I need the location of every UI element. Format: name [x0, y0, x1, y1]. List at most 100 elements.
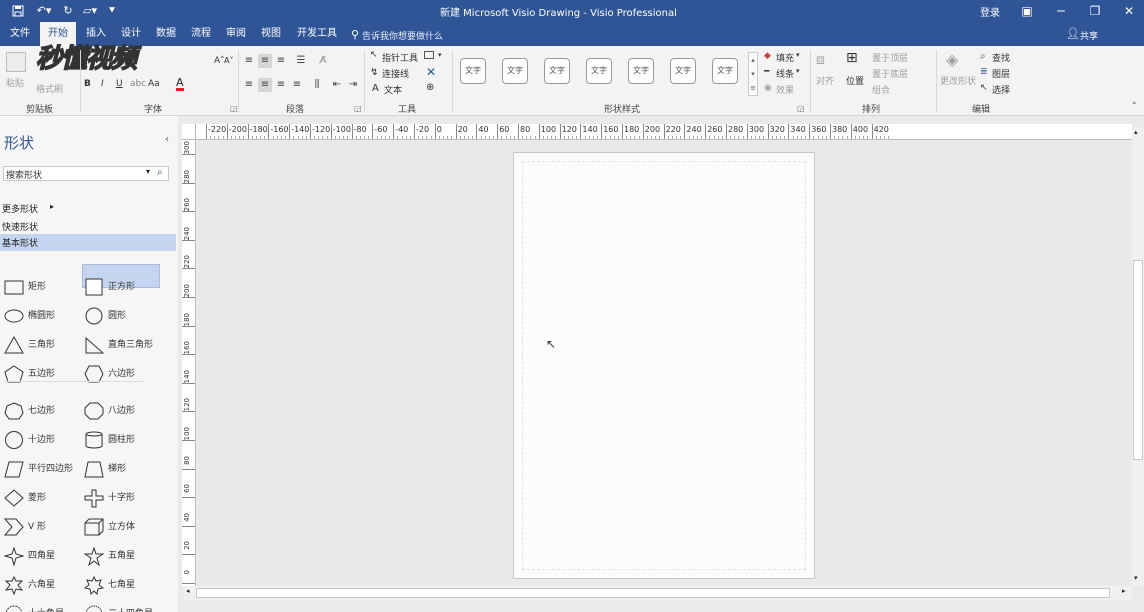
change-case-button[interactable]: Aa	[148, 79, 160, 89]
italic-button[interactable]: I	[101, 79, 104, 89]
line-dropdown-icon[interactable]: ▾	[796, 67, 800, 75]
align-button[interactable]: 对齐	[816, 74, 834, 87]
paste-button[interactable]: 粘贴	[6, 76, 24, 89]
text-block-icon[interactable]: ⊕	[426, 82, 434, 93]
collapse-panel-icon[interactable]: ‹	[165, 134, 169, 145]
effects-button[interactable]: 效果	[776, 83, 794, 96]
horizontal-scroll-thumb[interactable]	[196, 588, 1110, 598]
ruler-minor-tick	[488, 136, 490, 139]
tab-process[interactable]: 流程	[183, 22, 219, 46]
tab-developer[interactable]: 开发工具	[289, 22, 345, 46]
shape-style-7[interactable]: 文字	[712, 58, 738, 84]
more-shapes-link[interactable]: 更多形状	[2, 202, 38, 215]
align-bottom-icon[interactable]: ≡	[274, 54, 288, 68]
basic-shapes-stencil[interactable]: 基本形状	[0, 234, 176, 251]
font-shrink-icon[interactable]: A˅	[224, 56, 233, 65]
line-button[interactable]: 线条	[776, 67, 794, 80]
fill-dropdown-icon[interactable]: ▾	[796, 51, 800, 59]
find-button[interactable]: 查找	[992, 51, 1010, 64]
horizontal-scrollbar[interactable]: ◂ ▸	[184, 586, 1132, 600]
shape-style-6[interactable]: 文字	[670, 58, 696, 84]
rectangle-tool-icon[interactable]	[424, 51, 434, 59]
line-spacing-icon[interactable]: ⫼	[310, 78, 324, 92]
circle-icon	[85, 307, 103, 325]
scroll-right-icon[interactable]: ▸	[1122, 587, 1126, 595]
shape-style-4[interactable]: 文字	[586, 58, 612, 84]
connection-point-icon[interactable]: ✕	[426, 65, 436, 79]
strikethrough-icon[interactable]: abc	[130, 79, 146, 89]
redo-icon[interactable]: ↻	[60, 3, 76, 19]
tell-me-box[interactable]: 告诉我你想要做什么	[362, 29, 443, 42]
horizontal-ruler: -220 -200 -180 -160 -140 -120 -100 -80 -60 -40 -20…	[196, 124, 1132, 140]
align-center-icon[interactable]: ≡	[258, 78, 272, 92]
fill-button[interactable]: 填充	[776, 51, 794, 64]
vertical-scrollbar[interactable]: ▴ ▾	[1132, 128, 1144, 586]
search-dropdown-icon[interactable]: ▾	[146, 167, 150, 176]
minimize-button[interactable]: ─	[1046, 0, 1076, 22]
ruler-minor-tick	[438, 136, 440, 139]
decrease-indent-icon[interactable]: ⇤	[330, 78, 344, 92]
drawing-canvas[interactable]: ↖	[197, 141, 1131, 586]
pointer-tool-button[interactable]: 指针工具	[382, 51, 418, 64]
align-right-icon[interactable]: ≡	[274, 78, 288, 92]
paste-icon[interactable]	[6, 52, 26, 72]
search-box[interactable]: 搜索形状 ▾ ⌕	[3, 166, 169, 181]
paragraph-dialog-launcher-icon[interactable]: ◲	[354, 104, 362, 113]
ruler-minor-tick	[251, 136, 253, 139]
quick-shapes-link[interactable]: 快速形状	[2, 220, 38, 233]
align-left-icon[interactable]: ≡	[242, 78, 256, 92]
scroll-up-icon[interactable]: ▴	[1134, 128, 1138, 136]
format-painter-button[interactable]: 格式刷	[36, 82, 63, 95]
increase-indent-icon[interactable]: ⇥	[346, 78, 360, 92]
search-icon[interactable]: ⌕	[157, 167, 163, 178]
vertical-scroll-thumb[interactable]	[1133, 260, 1143, 460]
restore-button[interactable]: ❐	[1080, 0, 1110, 22]
collapse-ribbon-icon[interactable]: ˄	[1132, 102, 1137, 112]
connector-button[interactable]: 连接线	[382, 67, 409, 80]
layers-button[interactable]: 图层	[992, 67, 1010, 80]
justify-icon[interactable]: ≡	[290, 78, 304, 92]
scroll-down-icon[interactable]: ▾	[1134, 574, 1138, 582]
bullets-icon[interactable]: ☰	[294, 54, 308, 68]
font-color-button[interactable]: A	[176, 77, 184, 91]
close-button[interactable]: ✕	[1114, 0, 1144, 22]
bold-button[interactable]: B	[84, 79, 91, 89]
shape-style-5[interactable]: 文字	[628, 58, 654, 84]
shape-styles-launcher-icon[interactable]: ◲	[797, 104, 805, 113]
shape-style-1[interactable]: 文字	[460, 58, 486, 84]
position-button[interactable]: 位置	[846, 74, 864, 87]
scroll-left-icon[interactable]: ◂	[186, 587, 190, 595]
ruler-tick	[182, 411, 195, 413]
rectangle-tool-dropdown-icon[interactable]: ▾	[438, 51, 442, 59]
tab-view[interactable]: 视图	[253, 22, 289, 46]
search-input[interactable]: 搜索形状	[6, 168, 42, 181]
send-to-back-button[interactable]: 置于底层	[872, 67, 908, 80]
drawing-page[interactable]	[513, 152, 815, 579]
group-button[interactable]: 组合	[872, 83, 890, 96]
align-top-icon[interactable]: ≡	[242, 54, 256, 68]
customize-qat-icon[interactable]: ⯆	[104, 3, 120, 19]
login-link[interactable]: 登录	[980, 4, 1000, 19]
tab-file[interactable]: 文件	[2, 22, 38, 46]
tab-data[interactable]: 数据	[148, 22, 184, 46]
ribbon-display-options-icon[interactable]: ▣	[1012, 0, 1042, 22]
underline-button[interactable]: U	[116, 79, 123, 89]
align-middle-icon[interactable]: ≡	[258, 54, 272, 68]
bring-to-front-button[interactable]: 置于顶层	[872, 51, 908, 64]
shape-style-2[interactable]: 文字	[502, 58, 528, 84]
user-icon: 👤︎	[1066, 27, 1080, 40]
font-dialog-launcher-icon[interactable]: ◲	[230, 104, 238, 113]
right-triangle-icon	[85, 336, 104, 354]
shape-style-3[interactable]: 文字	[544, 58, 570, 84]
style-gallery-scroll[interactable]: ▴ ▾ ≡	[748, 52, 758, 96]
change-shape-button[interactable]: 更改形状	[940, 74, 976, 87]
text-tool-button[interactable]: 文本	[384, 83, 402, 96]
shape-label: 梯形	[108, 464, 127, 474]
undo-icon[interactable]: ↶▾	[34, 3, 54, 19]
text-direction-icon[interactable]: A̸	[316, 54, 330, 68]
open-icon[interactable]: ▱▾	[82, 3, 98, 19]
save-icon[interactable]	[10, 3, 26, 19]
share-button[interactable]: 共享	[1080, 29, 1098, 42]
select-button[interactable]: 选择	[992, 83, 1010, 96]
tab-review[interactable]: 审阅	[218, 22, 254, 46]
